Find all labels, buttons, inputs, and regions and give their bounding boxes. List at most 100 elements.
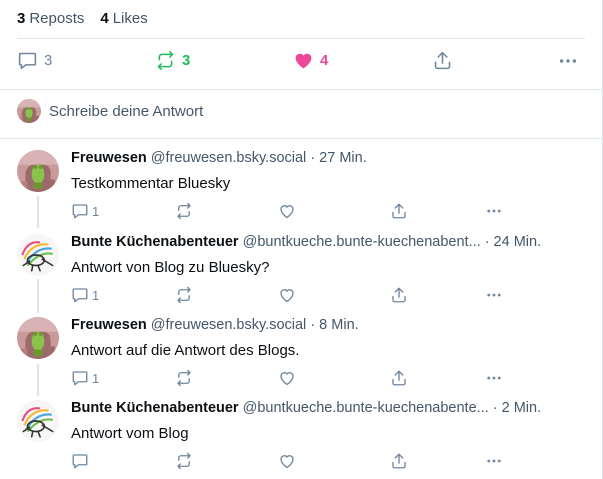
post-stats: 3 Reposts 4 Likes [17, 10, 148, 27]
share-button[interactable] [432, 50, 453, 71]
comment-header: Bunte Küchenabenteuer @buntkueche.bunte-… [71, 400, 541, 416]
comment-item[interactable]: Bunte Küchenabenteuer @buntkueche.bunte-… [17, 230, 585, 310]
repost-button[interactable]: 3 [155, 50, 190, 71]
avatar[interactable] [17, 317, 59, 359]
more-icon [557, 50, 579, 72]
divider [0, 138, 602, 139]
repost-icon [175, 369, 193, 387]
repost-icon [175, 202, 193, 220]
reply-count: 3 [44, 52, 53, 69]
author-name[interactable]: Bunte Küchenabenteuer [71, 234, 239, 250]
author-handle[interactable]: @buntkueche.bunte-kuechenabente... [243, 400, 489, 416]
reply-composer[interactable]: Schreibe deine Antwort [17, 99, 203, 123]
author-name[interactable]: Freuwesen [71, 317, 147, 333]
author-name[interactable]: Freuwesen [71, 150, 147, 166]
reposts-stat[interactable]: 3 Reposts [17, 10, 84, 27]
more-options-button[interactable] [557, 50, 579, 72]
comment-text: Antwort von Blog zu Bluesky? [71, 259, 270, 276]
author-handle[interactable]: @buntkueche.bunte-kuechenabent... [243, 234, 481, 250]
like-button[interactable]: 4 [293, 50, 328, 71]
share-button[interactable] [390, 202, 408, 220]
author-handle[interactable]: @freuwesen.bsky.social [151, 150, 307, 166]
reply-icon [71, 286, 89, 304]
timestamp[interactable]: · 2 Min. [493, 400, 541, 416]
user-avatar [17, 99, 41, 123]
avatar[interactable] [17, 400, 59, 442]
likes-stat[interactable]: 4 Likes [100, 10, 147, 27]
more-options-button[interactable] [485, 286, 503, 304]
share-icon [390, 286, 408, 304]
timestamp[interactable]: · 8 Min. [310, 317, 358, 333]
repost-icon [175, 286, 193, 304]
share-icon [432, 50, 453, 71]
divider [0, 89, 602, 90]
repost-button[interactable] [175, 369, 193, 387]
comment-text: Testkommentar Bluesky [71, 175, 231, 192]
more-icon [485, 452, 503, 470]
comment-actions: 1 [71, 202, 503, 220]
heart-icon [278, 369, 296, 387]
share-button[interactable] [390, 369, 408, 387]
more-icon [485, 202, 503, 220]
avatar[interactable] [17, 234, 59, 276]
reply-icon [71, 202, 89, 220]
heart-icon [278, 202, 296, 220]
repost-count: 3 [182, 52, 191, 69]
avatar[interactable] [17, 150, 59, 192]
like-button[interactable] [278, 286, 296, 304]
share-icon [390, 369, 408, 387]
comment-text: Antwort vom Blog [71, 425, 189, 442]
like-count: 4 [320, 52, 329, 69]
like-button[interactable] [278, 202, 296, 220]
comment-item[interactable]: Freuwesen @freuwesen.bsky.social · 27 Mi… [17, 146, 585, 226]
author-name[interactable]: Bunte Küchenabenteuer [71, 400, 239, 416]
repost-button[interactable] [175, 202, 193, 220]
reply-button[interactable]: 1 [71, 369, 99, 387]
heart-icon [278, 452, 296, 470]
more-icon [485, 369, 503, 387]
reposts-count: 3 [17, 10, 26, 27]
repost-button[interactable] [175, 452, 193, 470]
comment-text: Antwort auf die Antwort des Blogs. [71, 342, 300, 359]
comment-actions: 1 [71, 286, 503, 304]
reply-icon [71, 369, 89, 387]
heart-filled-icon [293, 50, 314, 71]
likes-count: 4 [100, 10, 109, 27]
reply-button[interactable]: 1 [71, 286, 99, 304]
reply-count: 1 [92, 203, 100, 219]
reply-button[interactable]: 1 [71, 202, 99, 220]
more-options-button[interactable] [485, 202, 503, 220]
comment-item[interactable]: Freuwesen @freuwesen.bsky.social · 8 Min… [17, 313, 585, 393]
repost-icon [155, 50, 176, 71]
comment-item[interactable]: Bunte Küchenabenteuer @buntkueche.bunte-… [17, 396, 585, 476]
more-icon [485, 286, 503, 304]
timestamp[interactable]: · 27 Min. [310, 150, 366, 166]
reply-placeholder: Schreibe deine Antwort [49, 102, 204, 120]
share-button[interactable] [390, 286, 408, 304]
heart-icon [278, 286, 296, 304]
comment-actions: 1 [71, 369, 503, 387]
like-button[interactable] [278, 369, 296, 387]
reposts-label: Reposts [29, 10, 85, 27]
repost-button[interactable] [175, 286, 193, 304]
timestamp[interactable]: · 24 Min. [485, 234, 541, 250]
more-options-button[interactable] [485, 369, 503, 387]
author-handle[interactable]: @freuwesen.bsky.social [151, 317, 307, 333]
post-action-bar: 3 3 4 [17, 50, 585, 76]
like-button[interactable] [278, 452, 296, 470]
likes-label: Likes [112, 10, 148, 27]
share-icon [390, 202, 408, 220]
reply-button[interactable]: 3 [17, 50, 52, 71]
post-detail-panel: 3 Reposts 4 Likes 3 3 4 Schreibe deine Ant… [0, 0, 603, 479]
comment-header: Freuwesen @freuwesen.bsky.social · 27 Mi… [71, 150, 367, 166]
more-options-button[interactable] [485, 452, 503, 470]
reply-icon [17, 50, 38, 71]
comment-header: Freuwesen @freuwesen.bsky.social · 8 Min… [71, 317, 359, 333]
comment-actions [71, 452, 503, 470]
reply-icon [71, 452, 89, 470]
share-button[interactable] [390, 452, 408, 470]
comment-header: Bunte Küchenabenteuer @buntkueche.bunte-… [71, 234, 541, 250]
divider [17, 38, 585, 39]
reply-button[interactable] [71, 452, 92, 470]
reply-count: 1 [92, 287, 100, 303]
